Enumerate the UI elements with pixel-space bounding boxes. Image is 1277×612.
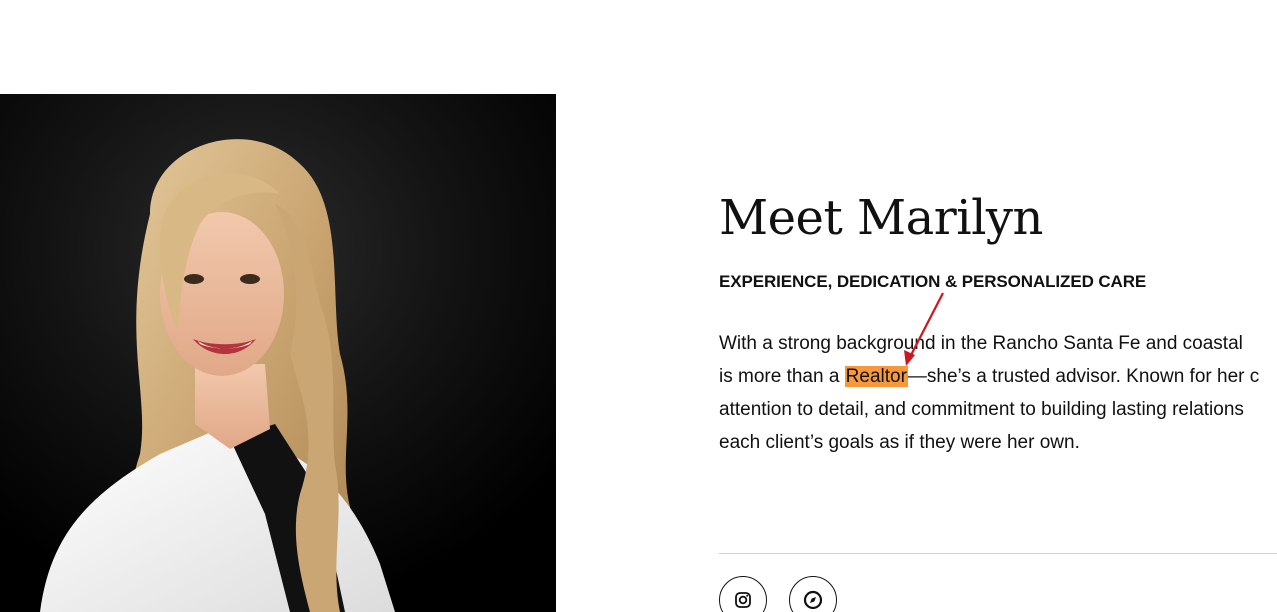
section-subtitle: EXPERIENCE, DEDICATION & PERSONALIZED CA…: [719, 272, 1147, 291]
portrait-photo: [0, 94, 556, 612]
bio-line: is more than a Realtor—she’s a trusted a…: [719, 360, 1277, 393]
bio-line: attention to detail, and commitment to b…: [719, 399, 1244, 420]
bio-text: is more than a: [719, 366, 845, 387]
bio-line: each client’s goals as if they were her …: [719, 432, 1080, 453]
portrait-illustration: [0, 94, 556, 612]
bio-paragraph: With a strong background in the Rancho S…: [719, 327, 1277, 459]
highlighted-word: Realtor: [844, 366, 908, 387]
compass-icon: [803, 590, 823, 610]
compass-button[interactable]: [789, 576, 837, 612]
divider: [719, 553, 1277, 554]
bio-text: —she’s a trusted advisor. Known for her …: [907, 366, 1260, 387]
instagram-button[interactable]: [719, 576, 767, 612]
instagram-icon: [735, 592, 751, 608]
about-section: Meet Marilyn EXPERIENCE, DEDICATION & PE…: [719, 0, 1277, 612]
bio-line: With a strong background in the Rancho S…: [719, 333, 1243, 354]
page-title: Meet Marilyn: [719, 190, 1043, 246]
